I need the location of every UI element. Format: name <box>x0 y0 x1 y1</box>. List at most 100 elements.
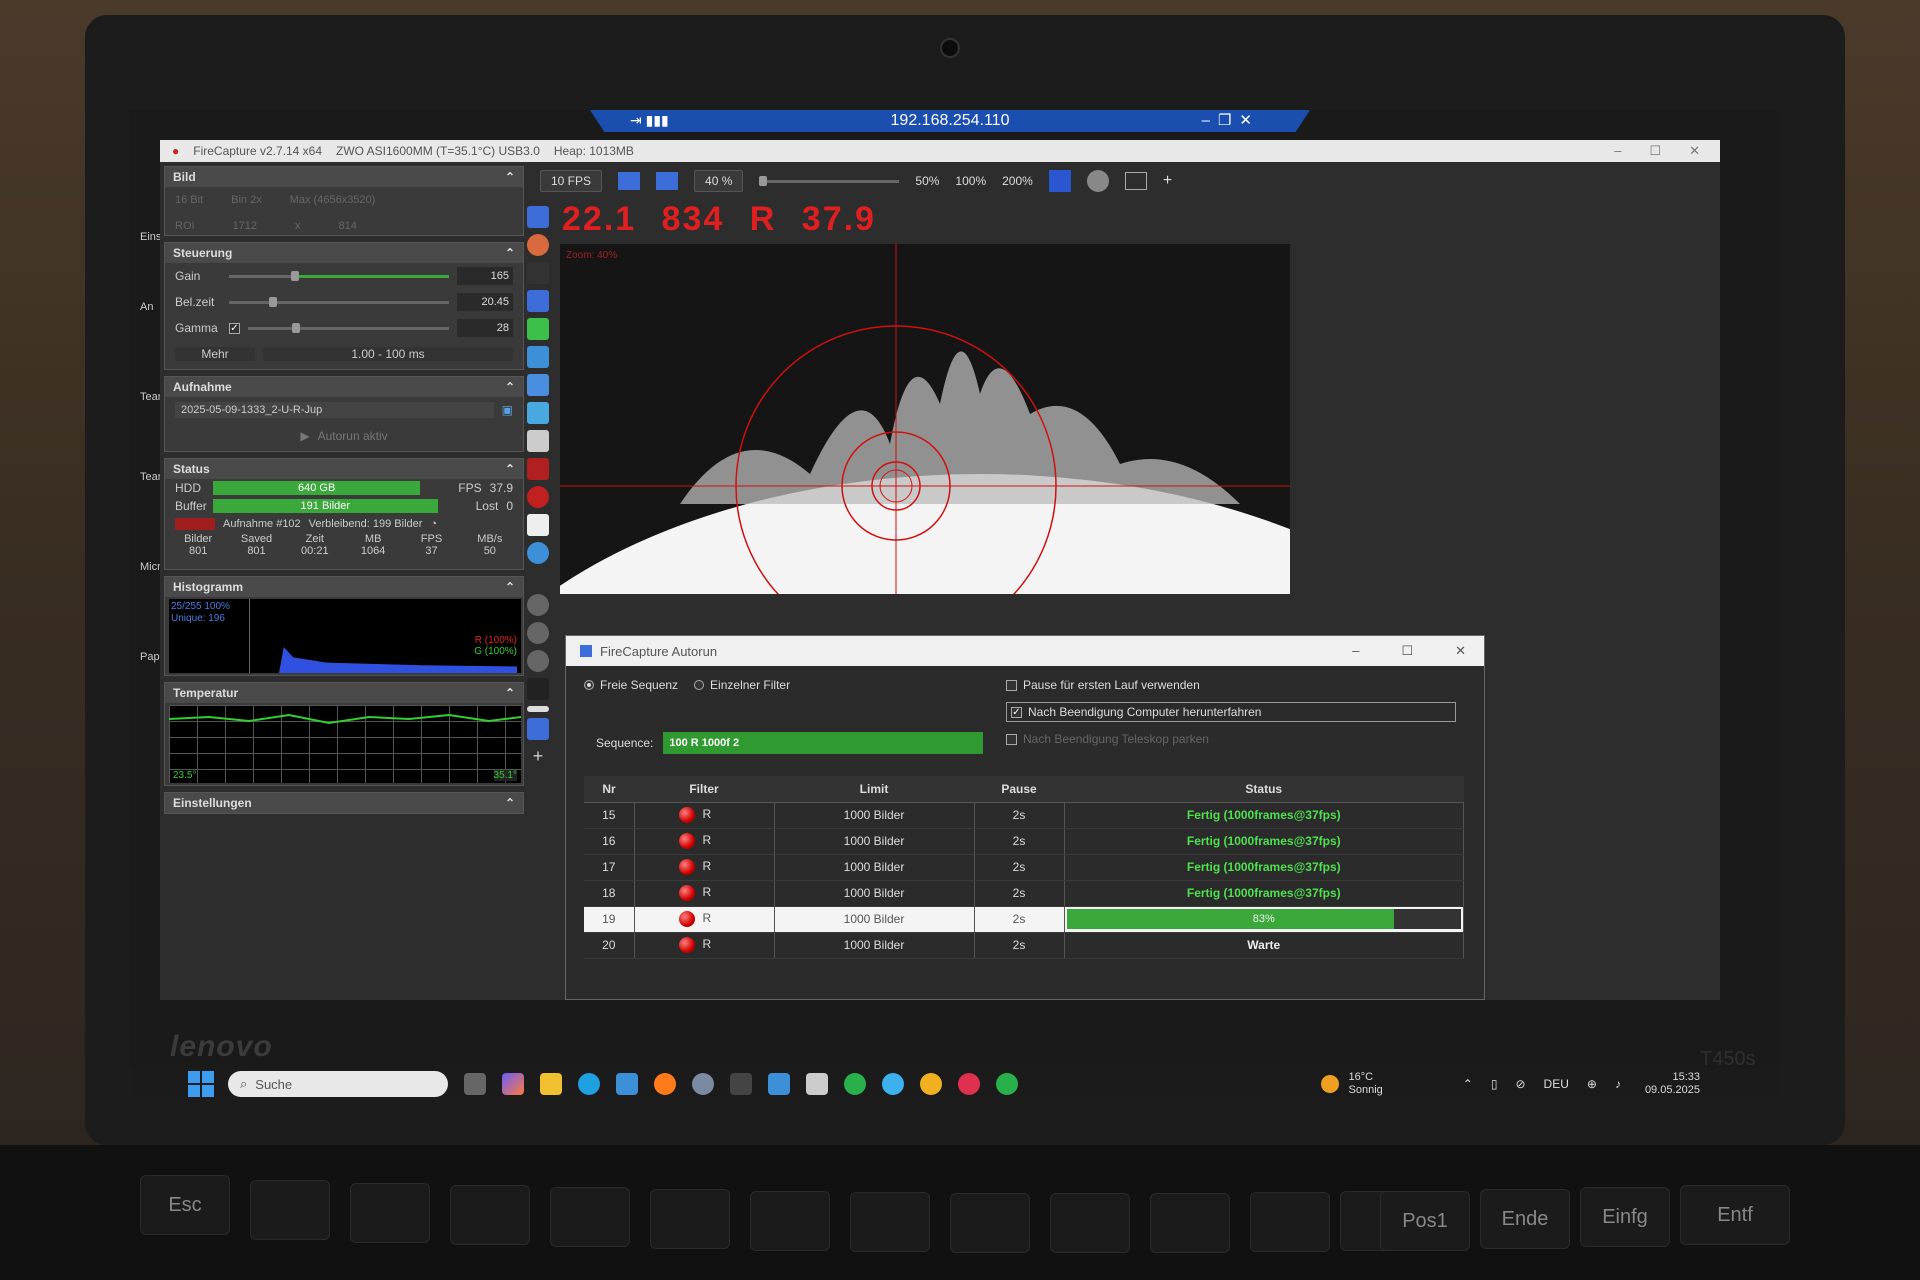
circle-button-icon[interactable] <box>527 622 549 644</box>
task-view-icon[interactable] <box>464 1073 486 1095</box>
range-display[interactable]: 1.00 - 100 ms <box>263 347 513 361</box>
power-icon[interactable] <box>527 718 549 740</box>
col-header[interactable]: Status <box>1064 776 1464 803</box>
record-icon[interactable] <box>527 458 549 480</box>
paint-icon[interactable] <box>806 1073 828 1095</box>
single-filter-radio[interactable]: Einzelner Filter <box>694 678 790 692</box>
col-header[interactable]: Pause <box>974 776 1064 803</box>
firefox-icon[interactable] <box>654 1073 676 1095</box>
autorun-window-controls[interactable]: – ☐ ✕ <box>1352 643 1484 659</box>
col-header[interactable]: Nr <box>584 776 634 803</box>
add-icon[interactable]: + <box>527 746 549 768</box>
close-icon[interactable]: ✕ <box>1455 643 1466 659</box>
table-row[interactable]: 17 R 1000 Bilder 2s Fertig (1000frames@37fps… <box>584 854 1464 881</box>
table-row[interactable]: 16 R 1000 Bilder 2s Fertig (1000frames@37fps… <box>584 828 1464 855</box>
focus-tool-icon[interactable] <box>527 290 549 312</box>
volume-icon[interactable]: ♪ <box>1615 1077 1621 1091</box>
circle-button-icon[interactable] <box>527 650 549 672</box>
windows-start-icon[interactable] <box>188 1071 214 1097</box>
exposure-value[interactable]: 20.45 <box>457 293 513 311</box>
trash-icon[interactable] <box>527 430 549 452</box>
zoom-50-button[interactable]: 50% <box>915 174 939 188</box>
filename-field[interactable]: 2025-05-09-1333_2-U-R-Jup <box>175 402 494 418</box>
pause-first-checkbox[interactable]: Pause für ersten Lauf verwenden <box>1006 678 1456 692</box>
fps-limit-button[interactable]: 10 FPS <box>540 170 603 192</box>
maximize-icon[interactable]: ☐ <box>1649 143 1661 159</box>
shutdown-checkbox[interactable]: ✓ Nach Beendigung Computer herunterfahren <box>1006 702 1456 722</box>
maximize-icon[interactable]: ☐ <box>1401 643 1413 659</box>
run-icon[interactable] <box>1048 170 1071 192</box>
planet-tool-icon[interactable] <box>527 234 549 256</box>
stop-icon[interactable] <box>527 486 549 508</box>
calculator-icon[interactable] <box>527 374 549 396</box>
copilot-icon[interactable] <box>502 1073 524 1095</box>
clock[interactable]: 15:33 09.05.2025 <box>1645 1071 1700 1097</box>
folder-open-icon[interactable] <box>527 402 549 424</box>
zoom-100-button[interactable]: 100% <box>955 174 986 188</box>
zoom-current-button[interactable]: 40 % <box>694 170 744 192</box>
counter-icon[interactable] <box>527 514 549 536</box>
binning-select[interactable]: Bin 2x <box>231 194 262 206</box>
globe-icon[interactable] <box>527 542 549 564</box>
settings-gear-icon[interactable] <box>692 1073 714 1095</box>
console-icon[interactable] <box>1124 172 1147 190</box>
target-app-icon[interactable] <box>996 1073 1018 1095</box>
store-icon[interactable] <box>616 1073 638 1095</box>
gamma-value[interactable]: 28 <box>457 319 513 337</box>
sharpcap-icon[interactable] <box>958 1073 980 1095</box>
free-sequence-radio[interactable]: Freie Sequenz <box>584 678 678 692</box>
search-box[interactable]: ⌕ Suche <box>228 1071 448 1097</box>
usb-icon[interactable]: ▯ <box>1491 1077 1498 1091</box>
remote-connection-bar[interactable]: ⇥ ▮▮▮ 192.168.254.110 –❐✕ <box>590 110 1310 132</box>
table-row[interactable]: 19 R 1000 Bilder 2s 83% <box>584 906 1464 933</box>
gamma-checkbox[interactable]: ✓ <box>229 322 240 334</box>
table-row[interactable]: 20 R 1000 Bilder 2s Warte <box>584 932 1464 959</box>
monitor-icon[interactable] <box>656 172 679 190</box>
add-toolbar-button[interactable]: + <box>1163 172 1172 190</box>
camera-preview[interactable]: Zoom: 40% <box>560 244 1290 594</box>
histogram-tool-icon[interactable] <box>527 206 549 228</box>
minus-icon[interactable] <box>527 706 549 712</box>
roi-width[interactable]: 1712 <box>233 220 257 232</box>
globe-app-icon[interactable] <box>882 1073 904 1095</box>
app-window-controls[interactable]: – ☐ ✕ <box>1614 143 1720 159</box>
gain-slider[interactable] <box>229 270 449 281</box>
tracking-tool-icon[interactable] <box>527 318 549 340</box>
target-app-icon[interactable] <box>844 1073 866 1095</box>
max-resolution-option[interactable]: Max (4656x3520) <box>290 194 376 206</box>
minimize-icon[interactable]: – <box>1614 143 1621 159</box>
close-icon[interactable]: ✕ <box>1689 143 1700 159</box>
circle-button-icon[interactable] <box>527 594 549 616</box>
play-icon[interactable]: ▶ <box>300 429 309 443</box>
roi-option[interactable]: ROI <box>175 220 195 232</box>
snipping-icon[interactable] <box>768 1073 790 1095</box>
firecapture-taskbar-icon[interactable] <box>920 1073 942 1095</box>
minimize-icon[interactable]: – <box>1352 643 1359 659</box>
table-row[interactable]: 18 R 1000 Bilder 2s Fertig (1000frames@37fps… <box>584 880 1464 907</box>
table-row[interactable]: 15 R 1000 Bilder 2s Fertig (1000frames@37fps… <box>584 802 1464 829</box>
remote-window-controls[interactable]: –❐✕ <box>1202 111 1260 129</box>
col-header[interactable]: Limit <box>774 776 974 803</box>
edge-icon[interactable] <box>578 1073 600 1095</box>
collapse-icon[interactable]: ⌃ <box>505 170 515 184</box>
gain-value[interactable]: 165 <box>457 267 513 285</box>
box-icon[interactable] <box>527 678 549 700</box>
network-off-icon[interactable]: ⊘ <box>1515 1077 1525 1091</box>
language-indicator[interactable]: DEU <box>1544 1077 1569 1091</box>
weather-widget[interactable]: 16°C Sonnig <box>1320 1071 1383 1097</box>
chevron-up-icon[interactable]: ⌃ <box>1463 1077 1473 1091</box>
sequence-field[interactable]: 100 R 1000f 2 <box>663 732 984 754</box>
gamma-slider[interactable] <box>248 322 449 333</box>
explorer-icon[interactable] <box>540 1073 562 1095</box>
exposure-slider[interactable] <box>229 296 449 307</box>
wave-tool-icon[interactable] <box>527 346 549 368</box>
col-header[interactable]: Filter <box>634 776 774 803</box>
zoom-slider[interactable] <box>759 175 900 186</box>
tool-icon[interactable] <box>527 262 549 284</box>
tool-icon[interactable] <box>730 1073 752 1095</box>
more-dropdown[interactable]: Mehr <box>175 347 255 361</box>
bits-option[interactable]: 16 Bit <box>175 194 203 206</box>
zoom-200-button[interactable]: 200% <box>1002 174 1033 188</box>
park-telescope-checkbox[interactable]: Nach Beendigung Teleskop parken <box>1006 732 1456 746</box>
globe-icon[interactable]: ⊕ <box>1587 1077 1597 1091</box>
